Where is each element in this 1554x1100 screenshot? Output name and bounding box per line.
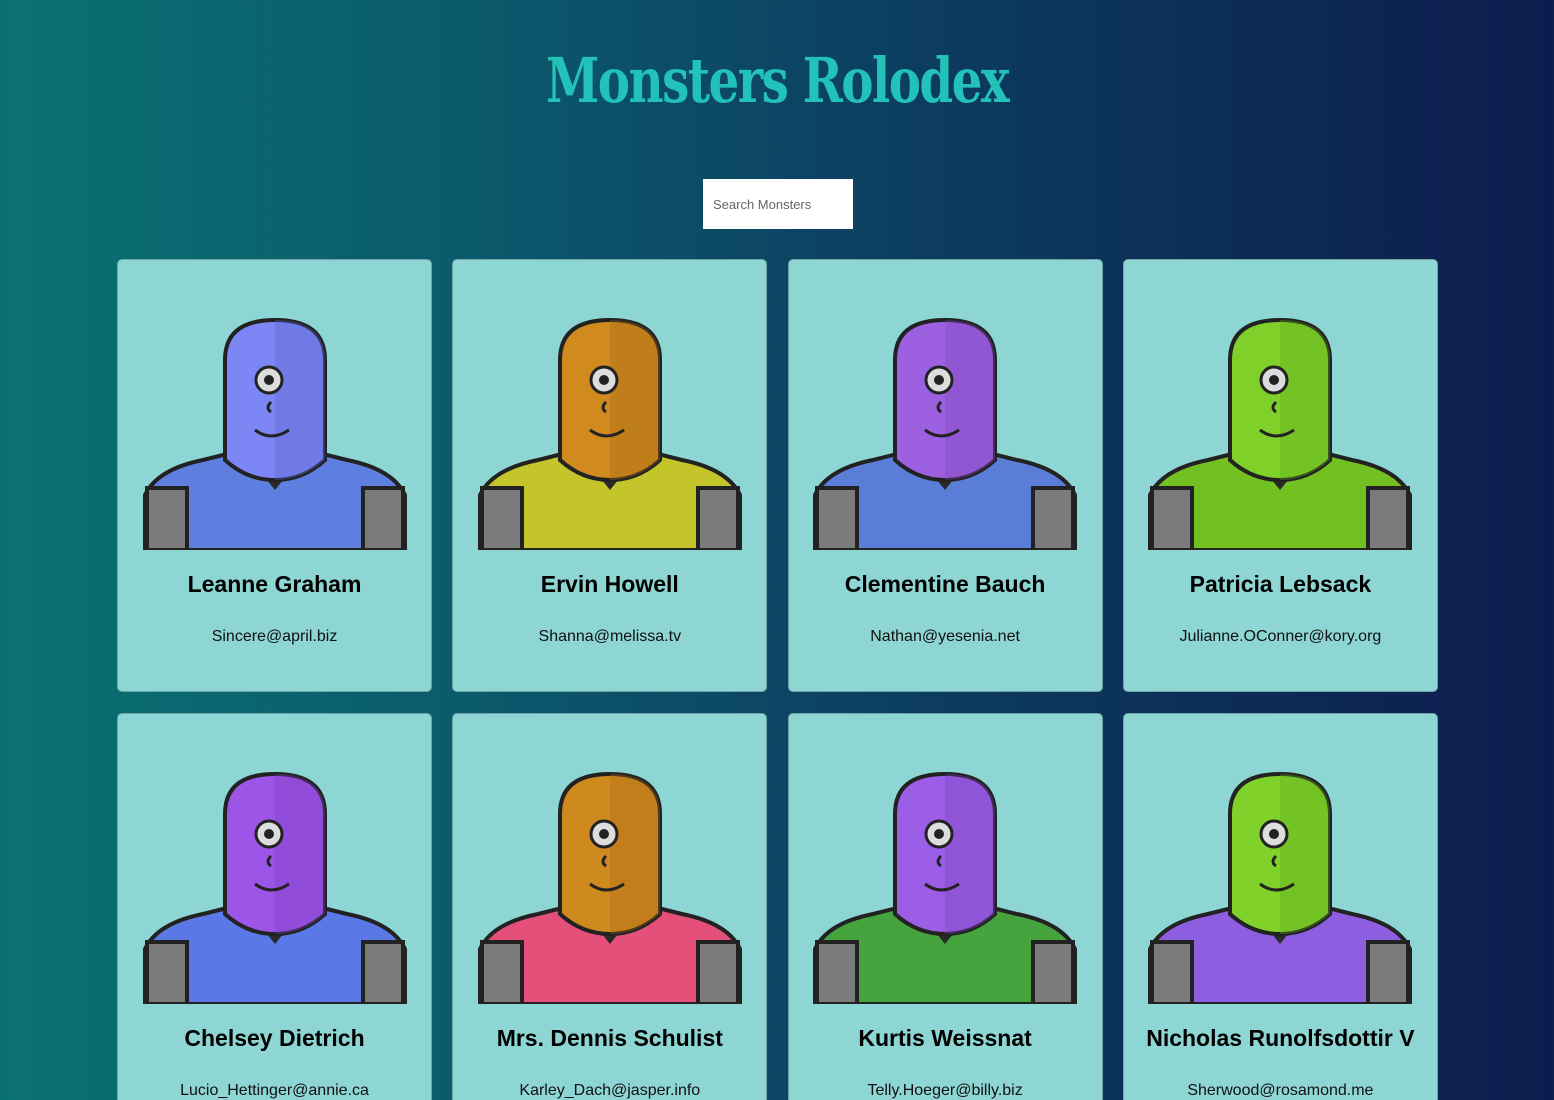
monster-avatar-icon bbox=[813, 317, 1078, 550]
monster-email: Sincere@april.biz bbox=[211, 628, 338, 645]
card-list: Leanne Graham Sincere@april.biz Ervin Ho… bbox=[117, 259, 1438, 1100]
monster-name: Nicholas Runolfsdottir V bbox=[1146, 1025, 1415, 1051]
monster-name: Mrs. Dennis Schulist bbox=[496, 1025, 723, 1051]
monster-avatar-icon bbox=[1148, 771, 1413, 1004]
monster-card[interactable]: Leanne Graham Sincere@april.biz bbox=[117, 259, 432, 692]
monster-name: Clementine Bauch bbox=[844, 571, 1046, 597]
monster-avatar-icon bbox=[477, 771, 742, 1004]
monster-email: Shanna@melissa.tv bbox=[538, 628, 682, 645]
monster-email: Nathan@yesenia.net bbox=[870, 628, 1020, 645]
monster-avatar-icon bbox=[813, 771, 1078, 1004]
monster-email: Telly.Hoeger@billy.biz bbox=[867, 1082, 1023, 1099]
monster-avatar-icon bbox=[477, 317, 742, 550]
monster-name: Kurtis Weissnat bbox=[858, 1025, 1032, 1051]
monster-name: Ervin Howell bbox=[540, 571, 679, 597]
monster-card[interactable]: Chelsey Dietrich Lucio_Hettinger@annie.c… bbox=[117, 713, 432, 1100]
monster-avatar-icon bbox=[142, 317, 407, 550]
monster-email: Karley_Dach@jasper.info bbox=[519, 1082, 701, 1099]
monster-name: Patricia Lebsack bbox=[1189, 571, 1372, 597]
monster-card[interactable]: Kurtis Weissnat Telly.Hoeger@billy.biz bbox=[787, 713, 1103, 1100]
monster-avatar-icon bbox=[142, 771, 407, 1004]
monster-card[interactable]: Ervin Howell Shanna@melissa.tv bbox=[452, 259, 768, 692]
app-title: Monsters Rolodex bbox=[545, 44, 1010, 117]
monster-name: Leanne Graham bbox=[187, 571, 362, 597]
monster-email: Lucio_Hettinger@annie.ca bbox=[180, 1082, 369, 1099]
monster-card[interactable]: Nicholas Runolfsdottir V Sherwood@rosamo… bbox=[1122, 713, 1438, 1100]
monster-card[interactable]: Clementine Bauch Nathan@yesenia.net bbox=[787, 259, 1103, 692]
monster-card[interactable]: Mrs. Dennis Schulist Karley_Dach@jasper.… bbox=[452, 713, 768, 1100]
monster-avatar-icon bbox=[1148, 317, 1413, 550]
monster-email: Sherwood@rosamond.me bbox=[1187, 1082, 1374, 1099]
monster-email: Julianne.OConner@kory.org bbox=[1179, 628, 1382, 645]
monster-name: Chelsey Dietrich bbox=[184, 1025, 365, 1051]
monster-card[interactable]: Patricia Lebsack Julianne.OConner@kory.o… bbox=[1122, 259, 1438, 692]
search-input[interactable] bbox=[703, 179, 853, 229]
